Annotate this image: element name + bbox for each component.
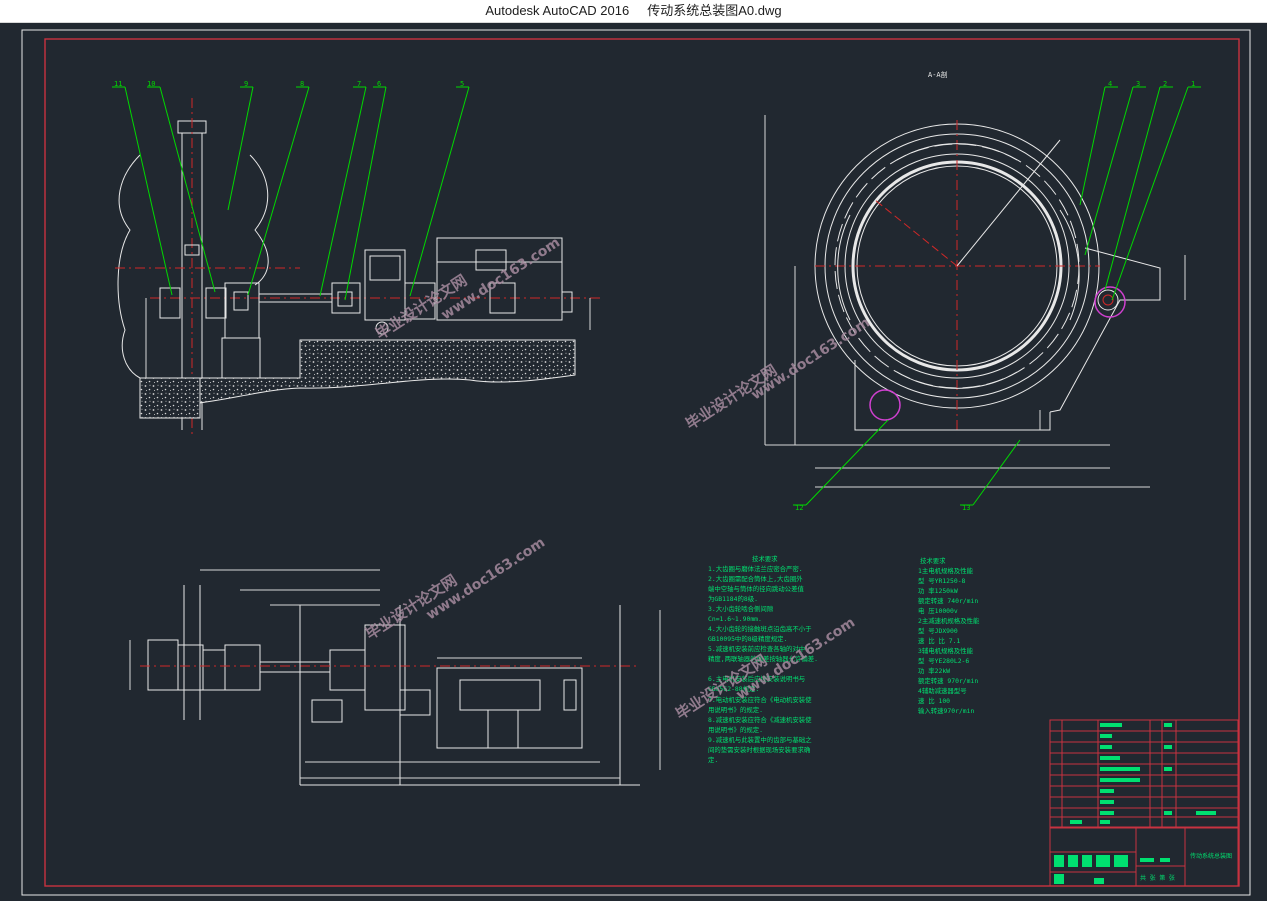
note-right-line: 3辅电机规格及性能	[918, 646, 974, 655]
drawing-title: 传动系统总装图	[1190, 852, 1232, 860]
note-right-line: 额定转速 970r/min	[918, 676, 978, 685]
balloon-6: 6	[377, 80, 381, 88]
notes-right: 技术要求 1主电机规格及性能 型 号YR1250-8 功 率1250kW 额定转…	[918, 556, 980, 715]
balloon-3: 3	[1136, 80, 1140, 88]
notes-left-title: 技术要求	[752, 554, 778, 563]
note-right-line: 速 比 比 7.1	[918, 636, 960, 645]
balloon-2: 2	[1163, 80, 1167, 88]
note-left-line: 间的垫需安装时根据现场安装要求确	[708, 745, 810, 754]
watermarks: 毕业设计论文网 www.doc163.com 毕业设计论文网 www.doc16…	[362, 235, 873, 724]
note-left-line: 用说明书》的规定.	[708, 725, 763, 734]
note-right-line: 额定转速 740r/min	[918, 596, 978, 605]
section-view	[764, 115, 1186, 488]
window-title: Autodesk AutoCAD 2016 传动系统总装图A0.dwg	[0, 0, 1267, 22]
note-left-line: 2.大齿圈需配合筒体上,大齿圈外	[708, 574, 803, 583]
note-left-line: 5.减速机安装前应检查各轴的对中	[708, 644, 805, 653]
sheet-count: 共 张 第 张	[1140, 874, 1175, 882]
note-right-line: 功 率22kW	[918, 666, 950, 675]
balloon-5: 5	[460, 80, 464, 88]
outer-sheet-border	[21, 29, 1251, 896]
highlight-circle-right	[1094, 286, 1126, 318]
note-left-line: 3.大小齿轮啮合侧间隙	[708, 604, 774, 613]
balloon-4: 4	[1108, 80, 1112, 88]
file-name: 传动系统总装图A0.dwg	[647, 3, 782, 18]
balloon-1: 1	[1191, 80, 1195, 88]
balloon-9: 9	[244, 80, 248, 88]
watermark-url: www.doc163.com	[748, 315, 873, 404]
note-left-line: Cn=1.6~1.90mm.	[708, 615, 762, 623]
note-right-line: 型 号JDX900	[918, 626, 958, 635]
cad-drawing[interactable]: 11 10 9 8 7 6 5 A-A剖 4 3 2 1 12 13 技术要求 …	[0, 23, 1267, 901]
note-left-line: 4.大小齿轮的接触斑点沿齿高不小于	[708, 624, 812, 633]
note-left-line: 定.	[708, 755, 718, 764]
app-name: Autodesk AutoCAD 2016	[485, 3, 630, 18]
note-left-line: 为GB1184的8级.	[708, 594, 758, 603]
note-left-line: 端中空轴与筒体的径向跳动公差值	[708, 584, 804, 593]
balloon-12: 12	[795, 504, 803, 512]
balloon-labels-left: 11 10 9 8 7 6 5	[114, 80, 464, 88]
balloon-10: 10	[147, 80, 155, 88]
note-left-line: GB10095中的8级精度规定.	[708, 634, 787, 643]
note-left-line: 用说明书》的规定.	[708, 705, 763, 714]
title-bar: Autodesk AutoCAD 2016 传动系统总装图A0.dwg	[0, 0, 1267, 23]
parts-list	[1049, 719, 1239, 828]
notes-right-title: 技术要求	[920, 556, 946, 565]
note-right-line: 电 压10000v	[918, 606, 958, 615]
balloon-13: 13	[962, 504, 970, 512]
balloon-8: 8	[300, 80, 304, 88]
parts-list-text-blocks	[1070, 723, 1216, 824]
balloon-7: 7	[357, 80, 361, 88]
note-left-line: 8.减速机安装应符合《减速机安装使	[708, 715, 812, 724]
note-right-line: 1主电机规格及性能	[918, 566, 974, 575]
note-left-line: 1.大齿圈与磨体法兰应密合严密.	[708, 564, 803, 573]
highlight-circle-bottom	[869, 389, 901, 421]
note-left-line: 9.减速机与此装置中的齿部与基础之	[708, 735, 812, 744]
drawing-frame	[44, 38, 1240, 887]
note-right-line: 输入转速970r/min	[918, 706, 974, 715]
note-right-line: 速 比 100	[918, 696, 950, 705]
plan-view	[129, 569, 661, 786]
drawing-canvas[interactable]: 11 10 9 8 7 6 5 A-A剖 4 3 2 1 12 13 技术要求 …	[0, 23, 1267, 901]
balloon-11: 11	[114, 80, 122, 88]
leader-lines-right	[793, 86, 1201, 506]
balloon-labels-right: 4 3 2 1 12 13	[795, 80, 1195, 512]
note-right-line: 型 号YR1250-8	[918, 576, 966, 585]
note-right-line: 功 率1250kW	[918, 586, 958, 595]
note-right-line: 型 号YE280L2-6	[918, 656, 969, 665]
note-right-line: 4辅助减速器型号	[918, 686, 967, 695]
note-right-line: 2主减速机规格及性能	[918, 616, 980, 625]
section-title: A-A剖	[928, 70, 948, 79]
